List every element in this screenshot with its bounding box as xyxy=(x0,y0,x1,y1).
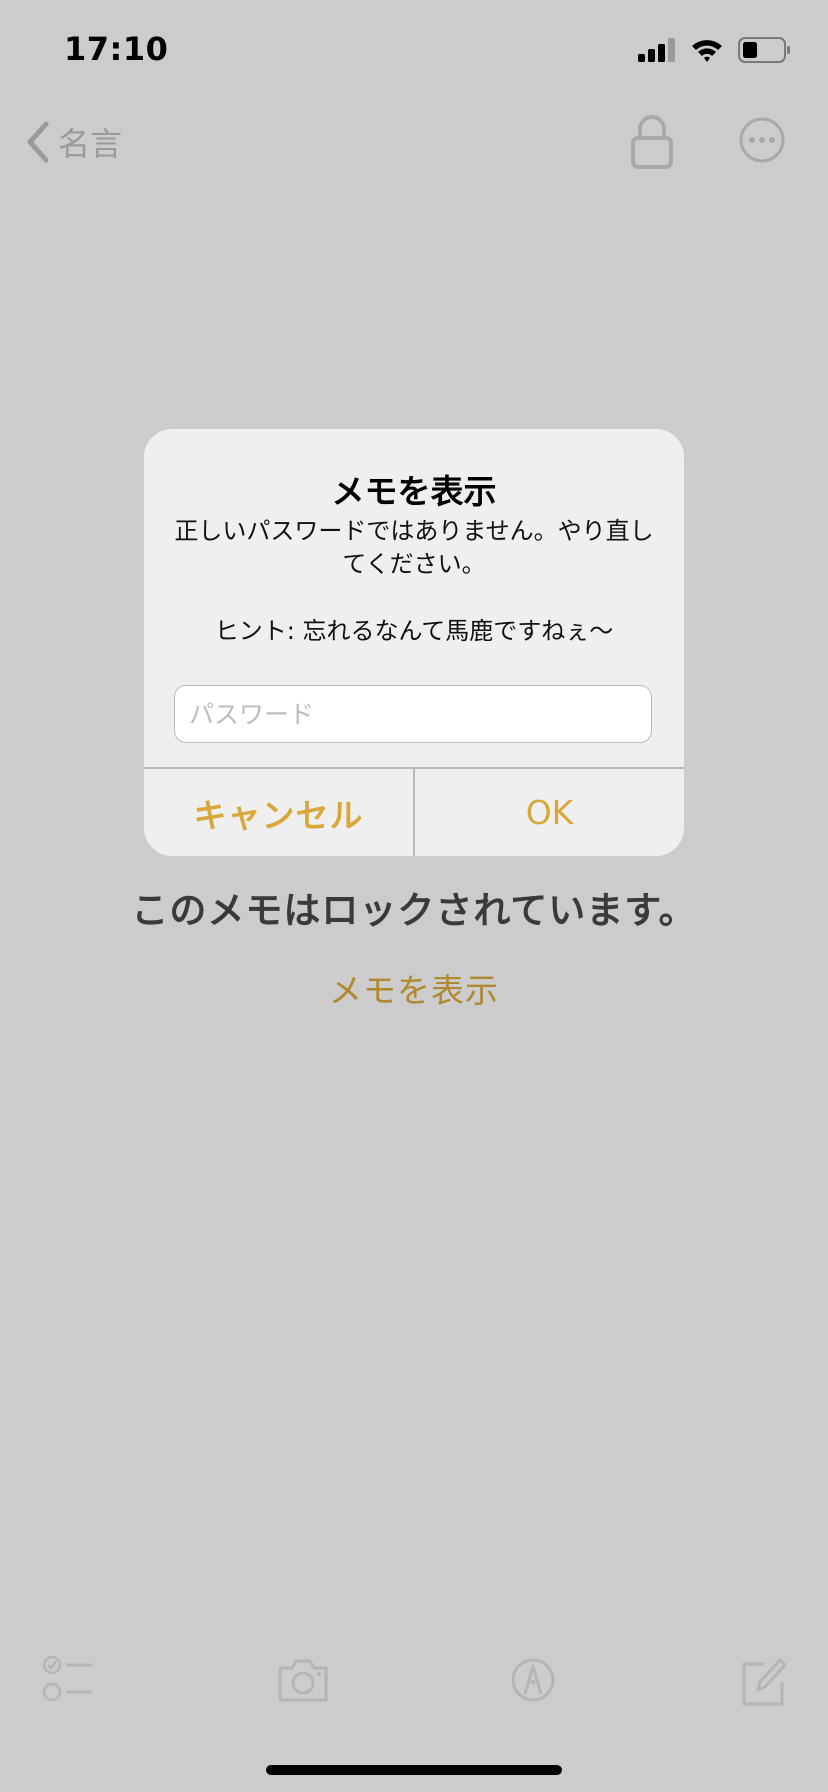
checklist-button[interactable] xyxy=(42,1650,96,1710)
markup-button[interactable] xyxy=(510,1650,556,1710)
compose-button[interactable] xyxy=(740,1650,787,1710)
alert-title: メモを表示 xyxy=(331,472,497,511)
cancel-button[interactable]: キャンセル xyxy=(144,769,413,856)
locked-message: このメモはロックされています。 xyxy=(131,889,697,932)
chevron-left-icon xyxy=(27,121,49,163)
battery-icon xyxy=(738,37,790,63)
alert-message: 正しいパスワードではありません。やり直してください。 xyxy=(174,517,654,578)
pen-tip-icon xyxy=(511,1658,555,1702)
checklist-icon xyxy=(42,1655,92,1702)
password-input[interactable] xyxy=(174,685,652,743)
more-button[interactable] xyxy=(738,116,786,164)
back-label: 名言 xyxy=(58,125,123,163)
status-bar: 17:10 xyxy=(0,0,828,100)
alert-hint: ヒント: 忘れるなんて馬鹿ですねぇ〜 xyxy=(214,617,614,645)
ok-button[interactable]: OK xyxy=(415,769,684,856)
bottom-toolbar xyxy=(0,1650,828,1710)
status-time: 17:10 xyxy=(64,30,169,68)
lock-icon xyxy=(631,115,673,169)
nav-bar: 名言 xyxy=(0,100,828,184)
locked-note-area: このメモはロックされています。 メモを表示 xyxy=(0,880,828,1012)
status-icons xyxy=(638,34,792,66)
camera-button[interactable] xyxy=(276,1650,330,1710)
show-note-link[interactable]: メモを表示 xyxy=(329,964,499,1012)
password-alert: メモを表示 正しいパスワードではありません。やり直してください。 ヒント: 忘れ… xyxy=(144,429,684,856)
home-indicator xyxy=(266,1765,562,1775)
ellipsis-circle-icon xyxy=(739,117,785,163)
lock-button[interactable] xyxy=(630,114,674,170)
back-button[interactable]: 名言 xyxy=(24,118,122,166)
camera-icon xyxy=(278,1659,328,1702)
cellular-signal-icon xyxy=(638,38,675,62)
wifi-icon xyxy=(692,40,722,62)
compose-icon xyxy=(742,1658,787,1706)
